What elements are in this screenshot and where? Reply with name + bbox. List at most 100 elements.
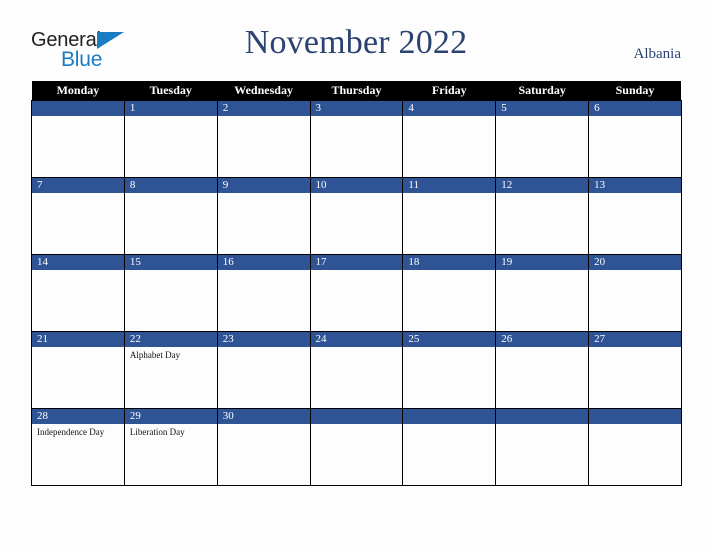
day-number: 14	[32, 255, 124, 270]
calendar-day-cell[interactable]: 7	[31, 177, 125, 255]
calendar-day-cell[interactable]: 10	[309, 177, 404, 255]
calendar-day-cell[interactable]: 15	[123, 254, 218, 332]
weekday-header-tuesday: Tuesday	[124, 81, 218, 101]
calendar-week-row: 123456	[31, 100, 682, 178]
calendar-day-cell[interactable]: 23	[216, 331, 311, 409]
day-events	[311, 270, 403, 273]
day-number	[589, 409, 681, 424]
day-events	[403, 116, 495, 119]
day-number: 11	[403, 178, 496, 193]
holiday-label: Liberation Day	[129, 427, 185, 437]
calendar-day-cell[interactable]: 25	[402, 331, 497, 409]
day-number: 25	[403, 332, 496, 347]
day-events	[496, 270, 588, 273]
calendar-day-cell[interactable]: 21	[31, 331, 125, 409]
calendar-day-cell[interactable]: 20	[588, 254, 682, 332]
day-number: 2	[217, 101, 310, 116]
calendar-page: General Blue November 2022 Albania Monda…	[0, 0, 712, 550]
calendar-day-cell[interactable]: 22 Alphabet Day	[123, 331, 218, 409]
day-number: 7	[32, 178, 124, 193]
day-number: 21	[32, 332, 124, 347]
day-number: 1	[124, 101, 217, 116]
day-events	[32, 347, 124, 350]
day-number: 23	[217, 332, 310, 347]
day-events	[32, 270, 124, 273]
page-header: General Blue November 2022 Albania	[31, 24, 681, 76]
day-events	[125, 116, 217, 119]
day-events	[496, 424, 588, 427]
calendar-day-cell[interactable]: 13	[588, 177, 682, 255]
calendar-day-cell[interactable]: 6	[588, 100, 682, 178]
calendar-day-cell[interactable]: 4	[402, 100, 497, 178]
day-number: 9	[217, 178, 310, 193]
weekday-header-friday: Friday	[402, 81, 496, 101]
calendar-day-cell[interactable]: 1	[123, 100, 218, 178]
day-events	[496, 116, 588, 119]
day-number	[32, 101, 124, 116]
day-events	[311, 116, 403, 119]
calendar-day-cell[interactable]: 26	[495, 331, 590, 409]
calendar-empty-cell[interactable]	[402, 408, 497, 486]
calendar-day-cell[interactable]: 18	[402, 254, 497, 332]
calendar-day-cell[interactable]: 29 Liberation Day	[123, 408, 218, 486]
calendar-empty-cell[interactable]	[31, 100, 125, 178]
day-events	[496, 193, 588, 196]
calendar-empty-cell[interactable]	[309, 408, 404, 486]
day-number: 18	[403, 255, 496, 270]
day-events	[496, 347, 588, 350]
day-number	[403, 409, 496, 424]
calendar-day-cell[interactable]: 5	[495, 100, 590, 178]
calendar-day-cell[interactable]: 14	[31, 254, 125, 332]
day-events	[589, 347, 681, 350]
day-number: 28	[32, 409, 124, 424]
day-number: 8	[124, 178, 217, 193]
day-events	[32, 193, 124, 196]
day-number: 5	[496, 101, 589, 116]
day-number: 26	[496, 332, 589, 347]
day-events	[311, 424, 403, 427]
calendar-day-cell[interactable]: 3	[309, 100, 404, 178]
day-events	[589, 116, 681, 119]
calendar-day-cell[interactable]: 8	[123, 177, 218, 255]
calendar-day-cell[interactable]: 19	[495, 254, 590, 332]
holiday-label: Independence Day	[37, 427, 105, 437]
day-events	[218, 270, 310, 273]
day-events	[589, 270, 681, 273]
day-number: 13	[589, 178, 681, 193]
day-number	[310, 409, 403, 424]
weekday-header-row: Monday Tuesday Wednesday Thursday Friday Satu…	[31, 81, 682, 101]
country-label: Albania	[633, 46, 681, 62]
calendar-week-row: 14 15 16 17 18 19 20	[31, 254, 682, 332]
calendar-day-cell[interactable]: 12	[495, 177, 590, 255]
calendar-day-cell[interactable]: 2	[216, 100, 311, 178]
day-events: Liberation Day	[125, 424, 217, 438]
day-number: 10	[310, 178, 403, 193]
day-events	[125, 193, 217, 196]
calendar-day-cell[interactable]: 27	[588, 331, 682, 409]
calendar-day-cell[interactable]: 16	[216, 254, 311, 332]
calendar-day-cell[interactable]: 9	[216, 177, 311, 255]
calendar-day-cell[interactable]: 17	[309, 254, 404, 332]
calendar-day-cell[interactable]: 28 Independence Day	[31, 408, 125, 486]
calendar-empty-cell[interactable]	[588, 408, 682, 486]
day-events	[218, 116, 310, 119]
calendar-week-row: 21 22 Alphabet Day 23 24 25 26 27	[31, 331, 682, 409]
day-number: 30	[217, 409, 310, 424]
day-events	[589, 193, 681, 196]
calendar-day-cell[interactable]: 24	[309, 331, 404, 409]
day-number: 6	[589, 101, 681, 116]
day-number: 12	[496, 178, 589, 193]
day-events	[403, 424, 495, 427]
day-events	[403, 347, 495, 350]
weekday-header-sunday: Sunday	[588, 81, 682, 101]
calendar-day-cell[interactable]: 11	[402, 177, 497, 255]
day-events	[218, 193, 310, 196]
day-number: 15	[124, 255, 217, 270]
calendar-grid: Monday Tuesday Wednesday Thursday Friday Satu…	[31, 81, 682, 486]
day-events	[125, 270, 217, 273]
day-number: 16	[217, 255, 310, 270]
calendar-day-cell[interactable]: 30	[216, 408, 311, 486]
day-number: 20	[589, 255, 681, 270]
day-events	[311, 193, 403, 196]
calendar-empty-cell[interactable]	[495, 408, 590, 486]
